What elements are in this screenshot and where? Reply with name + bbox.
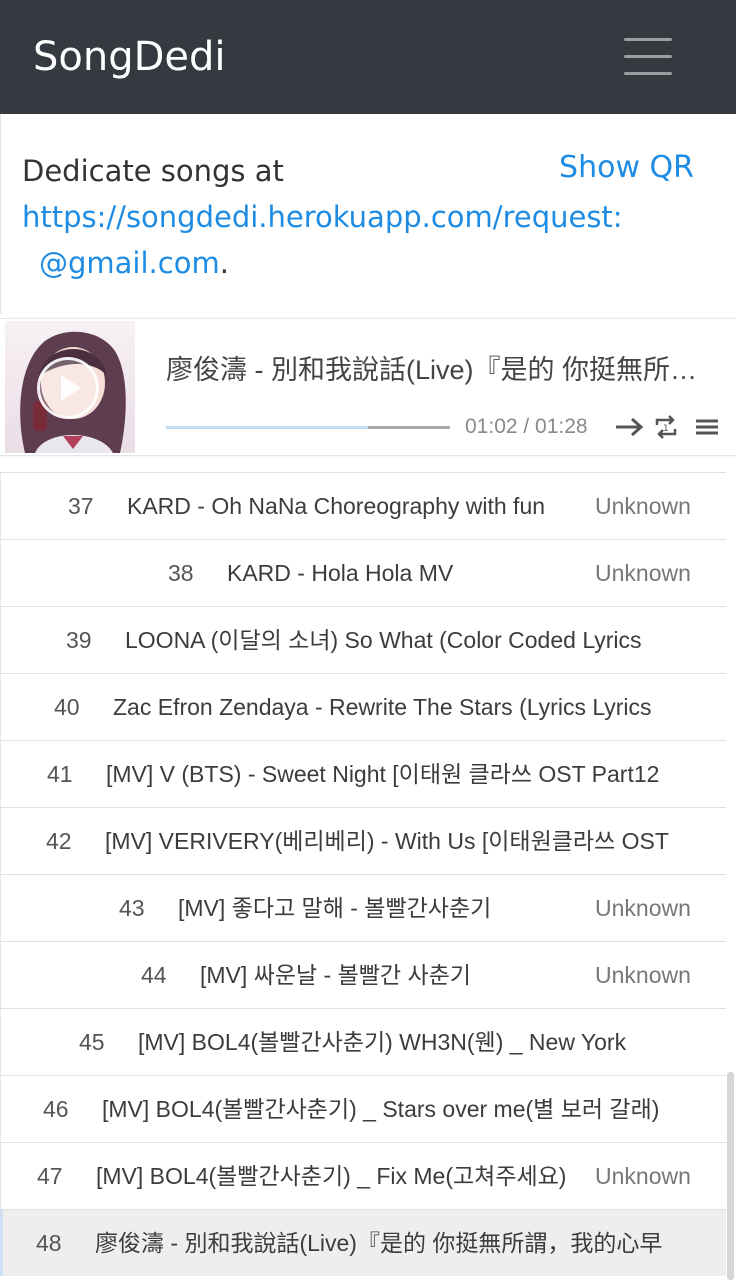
list-item[interactable]: 40 Zac Efron Zendaya - Rewrite The Stars … xyxy=(0,673,726,740)
list-item[interactable]: 45 [MV] BOL4(볼빨간사춘기) WH3N(웬) _ New York xyxy=(0,1008,726,1075)
song-title: [MV] 싸운날 - 볼빨간 사춘기 xyxy=(200,962,471,988)
album-cover[interactable] xyxy=(5,321,135,453)
list-item[interactable]: 41 [MV] V (BTS) - Sweet Night [이태원 클라쓰 OS… xyxy=(0,740,726,807)
song-title: [MV] 좋다고 말해 - 볼빨간사춘기 xyxy=(178,895,492,921)
song-number: 48 xyxy=(36,1230,62,1256)
song-number: 37 xyxy=(68,493,94,519)
top-navbar: SongDedi xyxy=(0,0,736,114)
song-number: 44 xyxy=(141,962,167,988)
play-button[interactable] xyxy=(37,357,99,419)
song-number: 38 xyxy=(168,560,194,586)
song-title: [MV] BOL4(볼빨간사춘기) _ Fix Me(고쳐주세요) xyxy=(96,1163,567,1189)
hamburger-icon-line xyxy=(624,55,672,58)
svg-text:1: 1 xyxy=(663,424,669,434)
song-title: Zac Efron Zendaya - Rewrite The Stars (L… xyxy=(113,694,652,720)
next-arrow-icon[interactable] xyxy=(614,413,646,446)
hamburger-icon-line xyxy=(624,72,672,75)
hamburger-menu-button[interactable] xyxy=(608,27,688,87)
list-item[interactable]: 39 LOONA (이달의 소녀) So What (Color Coded Ly… xyxy=(0,606,726,673)
list-item[interactable]: 47 [MV] BOL4(볼빨간사춘기) _ Fix Me(고쳐주세요) Unkno… xyxy=(0,1142,726,1209)
song-number: 42 xyxy=(46,828,72,854)
song-number: 41 xyxy=(47,761,73,787)
brand-title[interactable]: SongDedi xyxy=(33,33,226,81)
scrollbar[interactable] xyxy=(727,1072,734,1280)
song-artist: Unknown xyxy=(595,560,691,586)
list-item[interactable]: 43 [MV] 좋다고 말해 - 볼빨간사춘기 Unknown xyxy=(0,874,726,941)
song-artist: Unknown xyxy=(595,895,691,921)
list-item[interactable]: 48 廖俊濤 - 別和我說話(Live)『是的 你挺無所謂，我的心早 xyxy=(0,1209,726,1276)
song-title: LOONA (이달의 소녀) So What (Color Coded Lyri… xyxy=(125,627,642,653)
song-number: 43 xyxy=(119,895,145,921)
song-title: [MV] BOL4(볼빨간사춘기) _ Stars over me(별 보러 갈… xyxy=(102,1096,660,1122)
song-number: 47 xyxy=(37,1163,63,1189)
list-item[interactable]: 37 KARD - Oh NaNa Choreography with fun Un… xyxy=(0,472,726,539)
song-artist: Unknown xyxy=(595,962,691,988)
request-url-link[interactable]: https://songdedi.herokuapp.com/request: xyxy=(22,199,623,235)
playback-time: 01:02 / 01:28 xyxy=(465,415,588,438)
email-period: . xyxy=(219,246,229,280)
song-title: 廖俊濤 - 別和我說話(Live)『是的 你挺無所謂，我的心早 xyxy=(95,1230,663,1256)
song-artist: Unknown xyxy=(595,1163,691,1189)
song-number: 39 xyxy=(66,627,92,653)
hamburger-icon xyxy=(624,38,672,41)
dedicate-info-panel: Dedicate songs at Show QR https://songde… xyxy=(0,114,736,314)
dedicate-label: Dedicate songs at xyxy=(22,154,284,188)
list-item[interactable]: 46 [MV] BOL4(볼빨간사춘기) _ Stars over me(별 보러… xyxy=(0,1075,726,1142)
song-title: KARD - Hola Hola MV xyxy=(227,560,454,586)
progress-bar[interactable] xyxy=(166,426,450,429)
song-title: KARD - Oh NaNa Choreography with fun xyxy=(127,493,546,519)
now-playing-title: 廖俊濤 - 別和我說話(Live)『是的 你挺無所謂，我的心早 xyxy=(166,355,721,385)
progress-fill xyxy=(166,426,368,429)
song-title: [MV] BOL4(볼빨간사춘기) WH3N(웬) _ New York xyxy=(138,1029,627,1055)
playlist-icon[interactable] xyxy=(695,413,719,446)
list-item[interactable]: 38 KARD - Hola Hola MV Unknown xyxy=(0,539,726,606)
song-artist: Unknown xyxy=(595,493,691,519)
email-link[interactable]: @gmail.com xyxy=(39,246,220,280)
email-line: @gmail.com. xyxy=(39,245,229,281)
list-item[interactable]: 44 [MV] 싸운날 - 볼빨간 사춘기 Unknown xyxy=(0,941,726,1008)
song-number: 40 xyxy=(54,694,80,720)
song-number: 46 xyxy=(43,1096,69,1122)
list-item[interactable]: 42 [MV] VERIVERY(베리베리) - With Us [이태원클라쓰 … xyxy=(0,807,726,874)
song-title: [MV] V (BTS) - Sweet Night [이태원 클라쓰 OST … xyxy=(106,761,660,787)
music-player: 廖俊濤 - 別和我說話(Live)『是的 你挺無所謂，我的心早 01:02 / … xyxy=(0,318,736,456)
repeat-icon[interactable]: 1 xyxy=(654,413,678,446)
show-qr-link[interactable]: Show QR xyxy=(559,150,694,186)
song-request-list: 37 KARD - Oh NaNa Choreography with fun Un… xyxy=(0,472,726,1276)
song-number: 45 xyxy=(79,1029,105,1055)
song-title: [MV] VERIVERY(베리베리) - With Us [이태원클라쓰 OS… xyxy=(105,828,669,854)
